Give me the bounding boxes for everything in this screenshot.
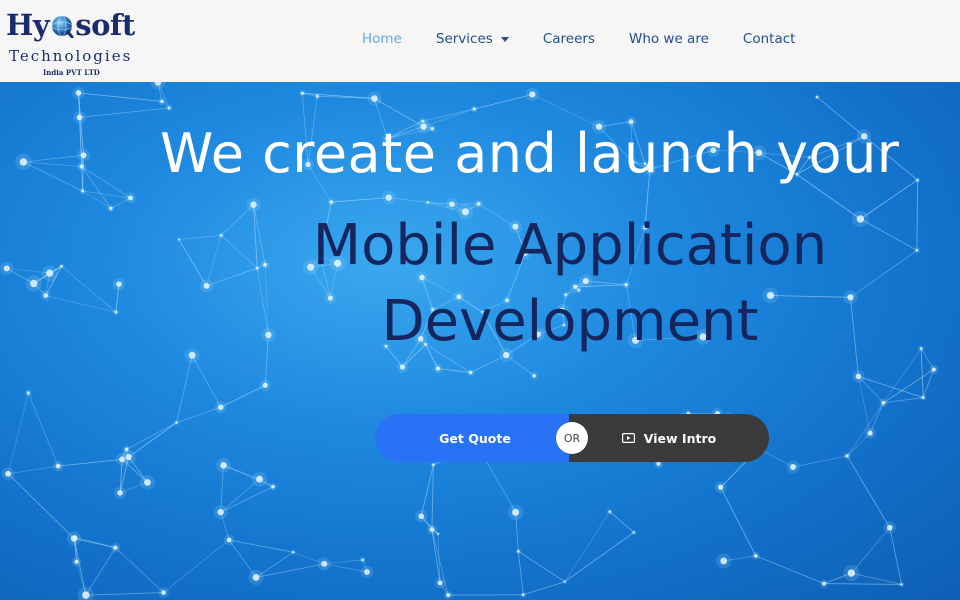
- company-logo[interactable]: Hy soft Technologies India PVT LTD: [6, 4, 146, 78]
- hero-subheadline-1: Mobile Application: [312, 213, 828, 278]
- site-header: Hy soft Technologies India PVT LTD Home …: [0, 0, 960, 82]
- hero-section: We create and launch your Mobile Applica…: [0, 82, 960, 600]
- nav-item-contact[interactable]: Contact: [743, 31, 796, 47]
- main-nav: Home Services Careers Who we are Contact: [345, 0, 812, 78]
- view-intro-button[interactable]: View Intro: [569, 414, 769, 462]
- nav-item-who-we-are[interactable]: Who we are: [629, 31, 709, 47]
- caret-down-icon: [500, 36, 509, 42]
- nav-item-label: Careers: [542, 31, 595, 47]
- nav-item-label: Home: [362, 31, 402, 47]
- view-intro-label: View Intro: [643, 430, 717, 446]
- get-quote-label: Get Quote: [439, 430, 511, 446]
- nav-item-label: Who we are: [628, 31, 709, 47]
- logo-text-right: soft: [75, 8, 135, 42]
- get-quote-button[interactable]: Get Quote: [375, 414, 575, 462]
- page: Hy soft Technologies India PVT LTD Home …: [0, 0, 960, 600]
- play-icon: [621, 433, 635, 443]
- cta-group: Get Quote View Intro OR: [375, 414, 769, 462]
- logo-subtitle: Technologies: [9, 47, 133, 65]
- logo-tagline: India PVT LTD: [43, 68, 100, 77]
- nav-item-home[interactable]: Home: [362, 31, 402, 47]
- logo-wordmark: Hy soft: [6, 4, 135, 46]
- nav-item-label: Services: [435, 31, 493, 47]
- hero-subheadline-2: Development: [381, 289, 759, 354]
- logo-text-left: Hy: [6, 8, 50, 42]
- nav-item-careers[interactable]: Careers: [543, 31, 595, 47]
- or-divider: OR: [556, 422, 588, 454]
- nav-item-label: Contact: [742, 31, 796, 47]
- globe-icon: [51, 15, 74, 38]
- hero-headline: We create and launch your: [160, 122, 900, 185]
- nav-item-services[interactable]: Services: [436, 31, 509, 47]
